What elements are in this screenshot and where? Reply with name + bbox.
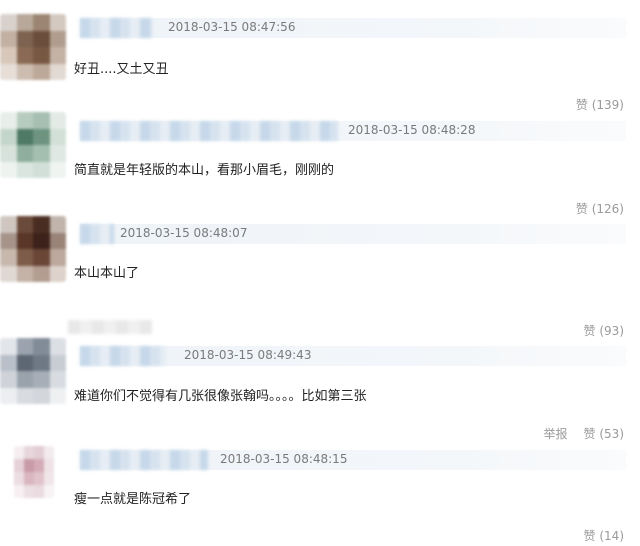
like-button[interactable]: 赞 (93): [584, 324, 624, 338]
comment-timestamp: 2018-03-15 08:49:43: [184, 348, 312, 362]
comment-actions: 赞 (93): [584, 322, 624, 339]
avatar[interactable]: [0, 112, 66, 178]
comment-text: 简直就是年轻版的本山，看那小眉毛，刚刚的: [74, 163, 335, 178]
comment-meta-bar: 2018-03-15 08:48:07: [80, 224, 626, 244]
like-button[interactable]: 赞 (53): [584, 427, 624, 441]
comment-text: 瘦一点就是陈冠希了: [74, 492, 192, 507]
comment-text: 本山本山了: [74, 266, 140, 281]
username-blurred[interactable]: [80, 224, 114, 244]
comment-text: 难道你们不觉得有几张很像张翰吗。。。。比如第三张: [74, 389, 367, 404]
username-blurred[interactable]: [80, 18, 152, 38]
comment-timestamp: 2018-03-15 08:48:28: [348, 123, 476, 137]
username-blurred[interactable]: [80, 121, 338, 141]
username-blurred[interactable]: [68, 320, 152, 334]
username-blurred[interactable]: [80, 450, 208, 470]
like-button[interactable]: 赞 (14): [584, 529, 624, 543]
comment-text: 好丑....又土又丑: [74, 62, 169, 77]
username-blurred[interactable]: [80, 346, 166, 366]
comment-actions: 赞 (14): [584, 527, 624, 544]
avatar[interactable]: [14, 446, 54, 498]
comment-actions: 举报 赞 (53): [544, 425, 624, 442]
comment-actions: 赞 (139): [576, 96, 624, 113]
comment-meta-bar: 2018-03-15 08:48:28: [80, 121, 626, 141]
avatar[interactable]: [0, 14, 66, 80]
comment-meta-bar: 2018-03-15 08:48:15: [80, 450, 626, 470]
avatar[interactable]: [0, 338, 66, 404]
comment-timestamp: 2018-03-15 08:47:56: [168, 20, 296, 34]
comment-meta-bar: 2018-03-15 08:49:43: [80, 346, 626, 366]
comment-timestamp: 2018-03-15 08:48:15: [220, 452, 348, 466]
report-button[interactable]: 举报: [544, 427, 568, 441]
like-button[interactable]: 赞 (126): [576, 202, 624, 216]
avatar[interactable]: [0, 216, 66, 282]
like-button[interactable]: 赞 (139): [576, 98, 624, 112]
comment-timestamp: 2018-03-15 08:48:07: [120, 226, 248, 240]
comment-meta-bar: 2018-03-15 08:47:56: [80, 18, 626, 38]
comment-actions: 赞 (126): [576, 200, 624, 217]
